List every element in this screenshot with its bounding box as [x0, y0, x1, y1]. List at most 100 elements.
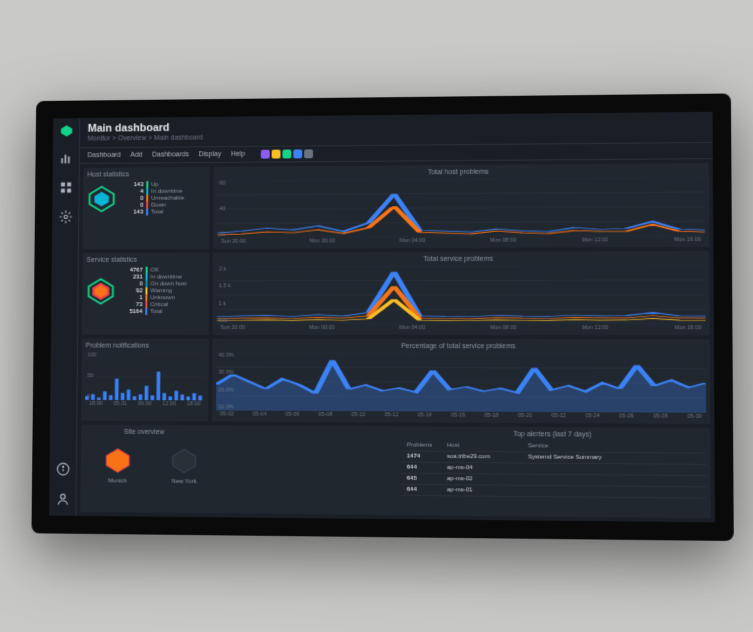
user-icon[interactable] — [55, 492, 69, 508]
alerter-host: ap-ms-02 — [446, 476, 527, 483]
stat-label: On down host — [150, 281, 186, 287]
monitor-icon[interactable] — [59, 151, 73, 167]
badge-purple-icon[interactable] — [260, 150, 269, 159]
x-tick: 05-10 — [351, 412, 365, 418]
x-tick: Sun 20:00 — [221, 239, 246, 245]
x-tick: Mon 00:00 — [308, 325, 334, 331]
site-munich[interactable]: Munich — [103, 447, 131, 485]
stat-count: 0 — [121, 202, 142, 208]
stat-count: 73 — [121, 302, 142, 308]
site-new-york[interactable]: New York — [170, 447, 198, 485]
stat-count: 4 — [122, 189, 143, 195]
service-problems-chart-panel: Total service problems 2 k1.5 k1 k500 Su… — [212, 251, 709, 335]
stat-color-bar — [145, 294, 147, 301]
alerter-row[interactable]: 644ap-ms-01 — [400, 485, 706, 499]
stat-color-bar — [145, 280, 147, 287]
toolbar-badges — [260, 149, 312, 158]
stat-count: 92 — [121, 288, 142, 294]
alerter-problems: 645 — [406, 476, 446, 482]
toolbar-add[interactable]: Add — [130, 152, 142, 159]
notifications-chart[interactable]: 100500 — [85, 352, 204, 400]
x-tick: 05-18 — [484, 413, 498, 419]
stat-color-bar — [146, 181, 148, 188]
notifications-panel: Problem notifications 100500 18:0005-310… — [81, 339, 209, 422]
service-problems-chart[interactable]: 2 k1.5 k1 k500 — [216, 265, 705, 324]
stat-color-bar — [146, 188, 148, 195]
service-stats-title: Service statistics — [86, 257, 205, 264]
stat-row: 143Total — [121, 208, 183, 215]
app-logo-icon[interactable] — [59, 124, 73, 138]
site-label: New York — [171, 479, 196, 485]
badge-gray-icon[interactable] — [303, 149, 312, 158]
x-tick: Mon 04:00 — [399, 325, 425, 331]
x-tick: Mon 16:00 — [674, 237, 701, 243]
host-statistics-panel: Host statistics 143 Up 4 In downtime 0 Unreac… — [82, 167, 209, 249]
stat-label: Up — [151, 182, 159, 188]
toolbar-help[interactable]: Help — [230, 151, 244, 158]
chart-title-pct: Percentage of total service problems — [216, 343, 705, 351]
stat-color-bar — [146, 209, 148, 216]
x-tick: Mon 12:00 — [581, 237, 607, 243]
stat-row: 73Critical — [121, 301, 186, 308]
site-overview-panel: Site overview MunichNew York Top alerter… — [80, 425, 711, 519]
x-tick: 05-20 — [517, 413, 531, 419]
stat-color-bar — [146, 202, 148, 209]
alerter-problems: 644 — [406, 487, 446, 493]
stat-label: Unreachable — [151, 195, 184, 201]
top-alerters-panel: Top alerters (last 7 days) Problems Host… — [400, 430, 706, 514]
x-tick: 05-04 — [252, 412, 266, 418]
stat-label: In downtime — [150, 274, 182, 280]
stat-color-bar — [145, 267, 147, 274]
site-label: Munich — [108, 478, 127, 484]
toolbar-dashboard[interactable]: Dashboard — [87, 152, 120, 159]
stat-label: Total — [150, 309, 162, 315]
x-tick: Mon 12:00 — [581, 325, 608, 331]
stat-color-bar — [146, 195, 148, 202]
alerter-problems: 644 — [406, 465, 446, 471]
chart-title-host: Total host problems — [217, 167, 704, 177]
badge-blue-icon[interactable] — [293, 149, 302, 158]
toolbar-dashboards[interactable]: Dashboards — [152, 151, 189, 158]
stat-label: OK — [150, 267, 158, 273]
x-tick: 05-06 — [285, 412, 299, 418]
stat-color-bar — [145, 308, 147, 315]
x-tick: Mon 04:00 — [399, 238, 425, 244]
stat-label: In downtime — [151, 188, 183, 194]
alerter-host: ap-ms-04 — [446, 465, 527, 472]
host-stats-title: Host statistics — [87, 171, 206, 179]
alerter-host: soa.tribe29.com — [446, 454, 527, 461]
percentage-chart[interactable]: 40.0%30.0%20.0%10.0% — [216, 353, 706, 413]
x-tick: Mon 08:00 — [490, 238, 516, 244]
x-tick: 05-02 — [219, 411, 233, 417]
alerter-problems: 1474 — [406, 454, 446, 460]
stat-label: Unknown — [150, 295, 174, 301]
alerters-title: Top alerters (last 7 days) — [400, 430, 705, 439]
badge-green-icon[interactable] — [282, 150, 291, 159]
stat-count: 143 — [122, 182, 143, 188]
x-tick: Mon 16:00 — [674, 325, 701, 331]
host-problems-chart[interactable]: 604020 — [217, 177, 705, 238]
badge-yellow-icon[interactable] — [271, 150, 280, 159]
percentage-chart-panel: Percentage of total service problems 40.… — [212, 339, 710, 424]
stat-color-bar — [145, 287, 147, 294]
toolbar-display[interactable]: Display — [198, 151, 220, 158]
stat-color-bar — [145, 301, 147, 308]
gear-icon[interactable] — [58, 210, 72, 226]
stat-label: Down — [151, 202, 166, 208]
stat-count: 0 — [121, 281, 142, 287]
service-hexagon-icon — [86, 276, 115, 306]
alerters-col-service: Service — [527, 443, 547, 449]
notif-title: Problem notifications — [85, 343, 204, 350]
alerters-col-problems: Problems — [406, 443, 446, 449]
x-tick: 05-12 — [384, 412, 398, 418]
x-tick: 05-28 — [653, 413, 668, 419]
grid-icon[interactable] — [58, 181, 72, 197]
info-icon[interactable] — [55, 462, 69, 478]
service-statistics-panel: Service statistics 4767OK231In downtime0… — [81, 253, 208, 335]
stat-count: 231 — [121, 274, 142, 280]
alerter-service: Systemd Service Summary — [527, 454, 601, 461]
x-tick: 05-26 — [619, 413, 633, 419]
x-tick: Mon 08:00 — [490, 325, 516, 331]
alerter-host: ap-ms-01 — [446, 487, 527, 494]
x-tick: 05-14 — [417, 412, 431, 418]
